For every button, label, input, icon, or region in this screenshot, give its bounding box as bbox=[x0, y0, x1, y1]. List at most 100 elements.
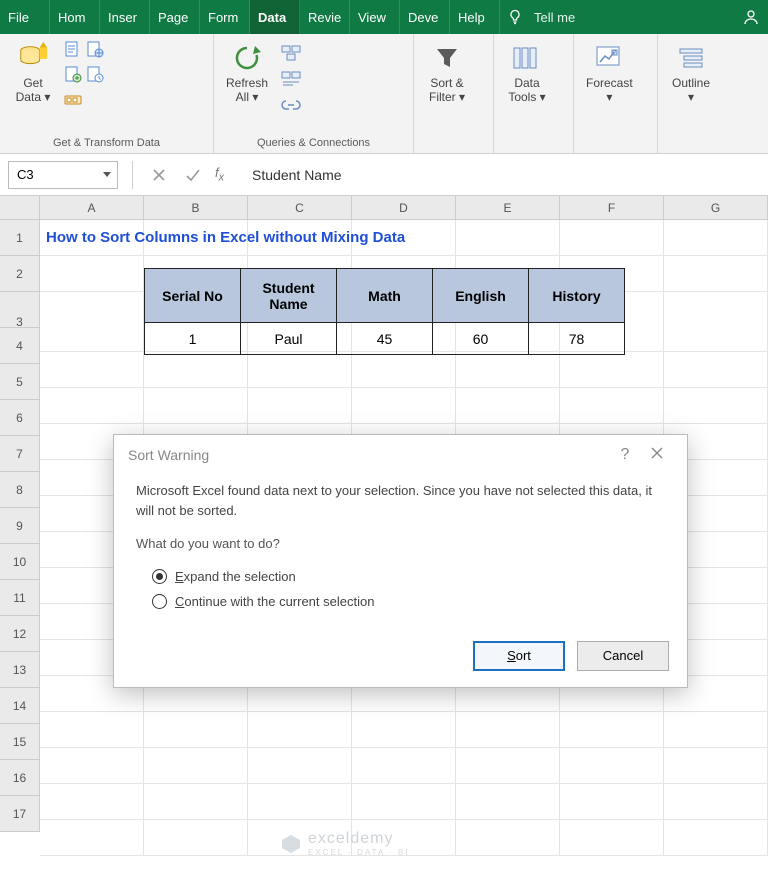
watermark-icon bbox=[280, 833, 302, 855]
tab-developer[interactable]: Deve bbox=[400, 0, 450, 34]
col-header-A[interactable]: A bbox=[40, 196, 144, 219]
formula-bar: C3 fx Student Name bbox=[0, 154, 768, 196]
tab-page-layout[interactable]: Page bbox=[150, 0, 200, 34]
th-student[interactable]: Student Name bbox=[241, 269, 337, 323]
radio-expand-label: Expand the selection bbox=[175, 567, 296, 587]
sort-filter-label: Sort & Filter ▾ bbox=[429, 76, 465, 104]
refresh-all-label: Refresh All ▾ bbox=[226, 76, 268, 104]
recent-sources-button[interactable] bbox=[86, 65, 104, 86]
dialog-title-text: Sort Warning bbox=[128, 447, 209, 463]
row-header-12[interactable]: 12 bbox=[0, 616, 39, 652]
col-header-F[interactable]: F bbox=[560, 196, 664, 219]
from-text-csv-button[interactable] bbox=[64, 40, 82, 61]
refresh-all-button[interactable]: Refresh All ▾ bbox=[220, 40, 274, 106]
name-box[interactable]: C3 bbox=[8, 161, 118, 189]
name-box-caret-icon bbox=[103, 172, 111, 177]
outline-icon bbox=[675, 42, 707, 74]
edit-links-button[interactable] bbox=[280, 94, 302, 116]
tell-me-search[interactable]: Tell me bbox=[530, 0, 734, 34]
share-icon[interactable] bbox=[734, 0, 768, 34]
tab-help[interactable]: Help bbox=[450, 0, 500, 34]
sort-warning-dialog: Sort Warning ? Microsoft Excel found dat… bbox=[113, 434, 688, 688]
tab-insert[interactable]: Inser bbox=[100, 0, 150, 34]
tab-view[interactable]: View bbox=[350, 0, 400, 34]
watermark-sub: EXCEL · DATA · BI bbox=[308, 848, 409, 857]
radio-expand-selection[interactable]: Expand the selection bbox=[136, 564, 665, 590]
col-header-G[interactable]: G bbox=[664, 196, 768, 219]
get-data-button[interactable]: Get Data ▾ bbox=[6, 40, 60, 106]
forecast-label: Forecast ▾ bbox=[586, 76, 633, 104]
row-header-13[interactable]: 13 bbox=[0, 652, 39, 688]
radio-continue-current[interactable]: Continue with the current selection bbox=[136, 589, 665, 615]
existing-connections-button[interactable] bbox=[64, 90, 82, 111]
formula-input[interactable]: Student Name bbox=[234, 167, 760, 183]
row-header-7[interactable]: 7 bbox=[0, 436, 39, 472]
get-data-label: Get Data ▾ bbox=[16, 76, 51, 104]
dialog-message: Microsoft Excel found data next to your … bbox=[136, 481, 665, 520]
col-header-B[interactable]: B bbox=[144, 196, 248, 219]
table-row[interactable]: 1 Paul 45 60 78 bbox=[145, 323, 625, 355]
ribbon-data: Get Data ▾ Get & Transform Data bbox=[0, 34, 768, 154]
col-header-E[interactable]: E bbox=[456, 196, 560, 219]
data-tools-label: Data Tools ▾ bbox=[508, 76, 545, 104]
dialog-close-button[interactable] bbox=[641, 446, 673, 465]
row-header-15[interactable]: 15 bbox=[0, 724, 39, 760]
tab-data[interactable]: Data bbox=[250, 0, 300, 34]
forecast-button[interactable]: ? Forecast ▾ bbox=[580, 40, 639, 106]
divider bbox=[132, 161, 133, 189]
tab-formulas[interactable]: Form bbox=[200, 0, 250, 34]
from-web-button[interactable] bbox=[86, 40, 104, 61]
cell-math[interactable]: 45 bbox=[337, 323, 433, 355]
row-header-14[interactable]: 14 bbox=[0, 688, 39, 724]
col-header-C[interactable]: C bbox=[248, 196, 352, 219]
properties-button[interactable] bbox=[280, 68, 302, 90]
row-header-16[interactable]: 16 bbox=[0, 760, 39, 796]
ribbon-group-queries-label: Queries & Connections bbox=[214, 135, 413, 153]
th-serial[interactable]: Serial No bbox=[145, 269, 241, 323]
forecast-icon: ? bbox=[593, 42, 625, 74]
col-header-D[interactable]: D bbox=[352, 196, 456, 219]
outline-button[interactable]: Outline ▾ bbox=[664, 40, 718, 106]
sort-filter-button[interactable]: Sort & Filter ▾ bbox=[420, 40, 474, 106]
row-header-10[interactable]: 10 bbox=[0, 544, 39, 580]
row-header-4[interactable]: 4 bbox=[0, 328, 39, 364]
tab-home[interactable]: Hom bbox=[50, 0, 100, 34]
queries-connections-button[interactable] bbox=[280, 42, 302, 64]
data-tools-button[interactable]: Data Tools ▾ bbox=[500, 40, 554, 106]
select-all-corner[interactable] bbox=[0, 196, 40, 220]
sheet-title-cell[interactable]: How to Sort Columns in Excel without Mix… bbox=[40, 220, 144, 255]
th-english[interactable]: English bbox=[433, 269, 529, 323]
dialog-sort-button[interactable]: Sort bbox=[473, 641, 565, 671]
ribbon-group-get-transform-label: Get & Transform Data bbox=[0, 135, 213, 153]
enter-edit-icon[interactable] bbox=[181, 163, 205, 187]
row-header-8[interactable]: 8 bbox=[0, 472, 39, 508]
outline-label: Outline ▾ bbox=[672, 76, 710, 104]
tab-file[interactable]: File bbox=[0, 0, 50, 34]
dialog-question: What do you want to do? bbox=[136, 534, 665, 554]
tab-review[interactable]: Revie bbox=[300, 0, 350, 34]
th-history[interactable]: History bbox=[529, 269, 625, 323]
radio-continue-label: Continue with the current selection bbox=[175, 592, 374, 612]
cell-english[interactable]: 60 bbox=[433, 323, 529, 355]
row-header-2[interactable]: 2 bbox=[0, 256, 39, 292]
dialog-cancel-button[interactable]: Cancel bbox=[577, 641, 669, 671]
cancel-edit-icon[interactable] bbox=[147, 163, 171, 187]
watermark-text: exceldemy bbox=[308, 830, 393, 847]
cell-name[interactable]: Paul bbox=[241, 323, 337, 355]
row-header-1[interactable]: 1 bbox=[0, 220, 39, 256]
from-table-range-button[interactable] bbox=[64, 65, 82, 86]
cell-history[interactable]: 78 bbox=[529, 323, 625, 355]
row-header-5[interactable]: 5 bbox=[0, 364, 39, 400]
fx-icon[interactable]: fx bbox=[215, 165, 224, 184]
th-math[interactable]: Math bbox=[337, 269, 433, 323]
cell-serial[interactable]: 1 bbox=[145, 323, 241, 355]
row-header-11[interactable]: 11 bbox=[0, 580, 39, 616]
row-header-17[interactable]: 17 bbox=[0, 796, 39, 832]
row-header-6[interactable]: 6 bbox=[0, 400, 39, 436]
name-box-value: C3 bbox=[17, 167, 34, 182]
get-data-icon bbox=[17, 42, 49, 74]
row-header-3[interactable]: 3 bbox=[0, 292, 39, 328]
row-header-9[interactable]: 9 bbox=[0, 508, 39, 544]
dialog-help-button[interactable]: ? bbox=[609, 446, 641, 464]
filter-icon bbox=[431, 42, 463, 74]
